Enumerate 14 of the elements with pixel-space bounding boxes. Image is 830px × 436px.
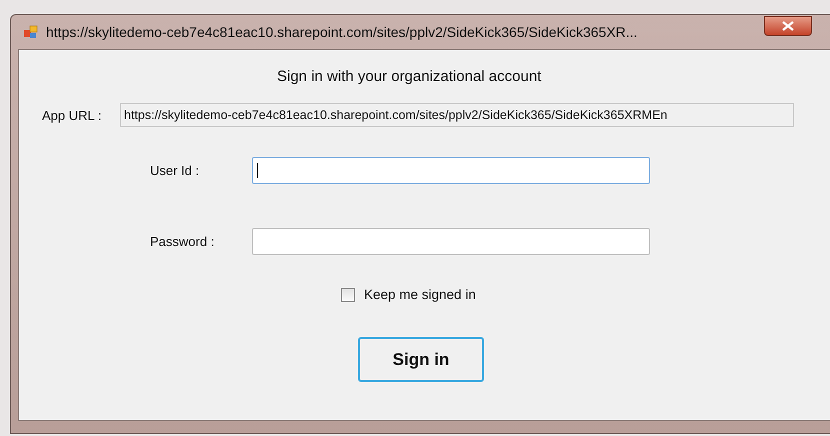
window-title: https://skylitedemo-ceb7e4c81eac10.sharepoint.com/sites/pplv2/SideKick365/SideKick365XR... [46,24,638,40]
field-label: Password : [150,234,216,249]
field-label: User Id : [150,163,200,178]
field-label: App URL : [42,108,102,122]
checkbox-label: Keep me signed in [364,287,476,302]
input-field[interactable] [252,157,650,184]
url-field[interactable]: https://skylitedemo-ceb7e4c81eac10.sharepoint.com/sites/pplv2/SideKick365/SideKick365XRMEn [120,103,794,127]
dialog-heading: Sign in with your organizational account [276,68,542,85]
app-icon [24,25,38,39]
close-icon [782,21,794,31]
input-field[interactable] [252,228,650,255]
close-button[interactable] [764,16,812,36]
sign-in-button[interactable]: Sign in [358,337,484,382]
checkbox[interactable] [341,288,355,302]
